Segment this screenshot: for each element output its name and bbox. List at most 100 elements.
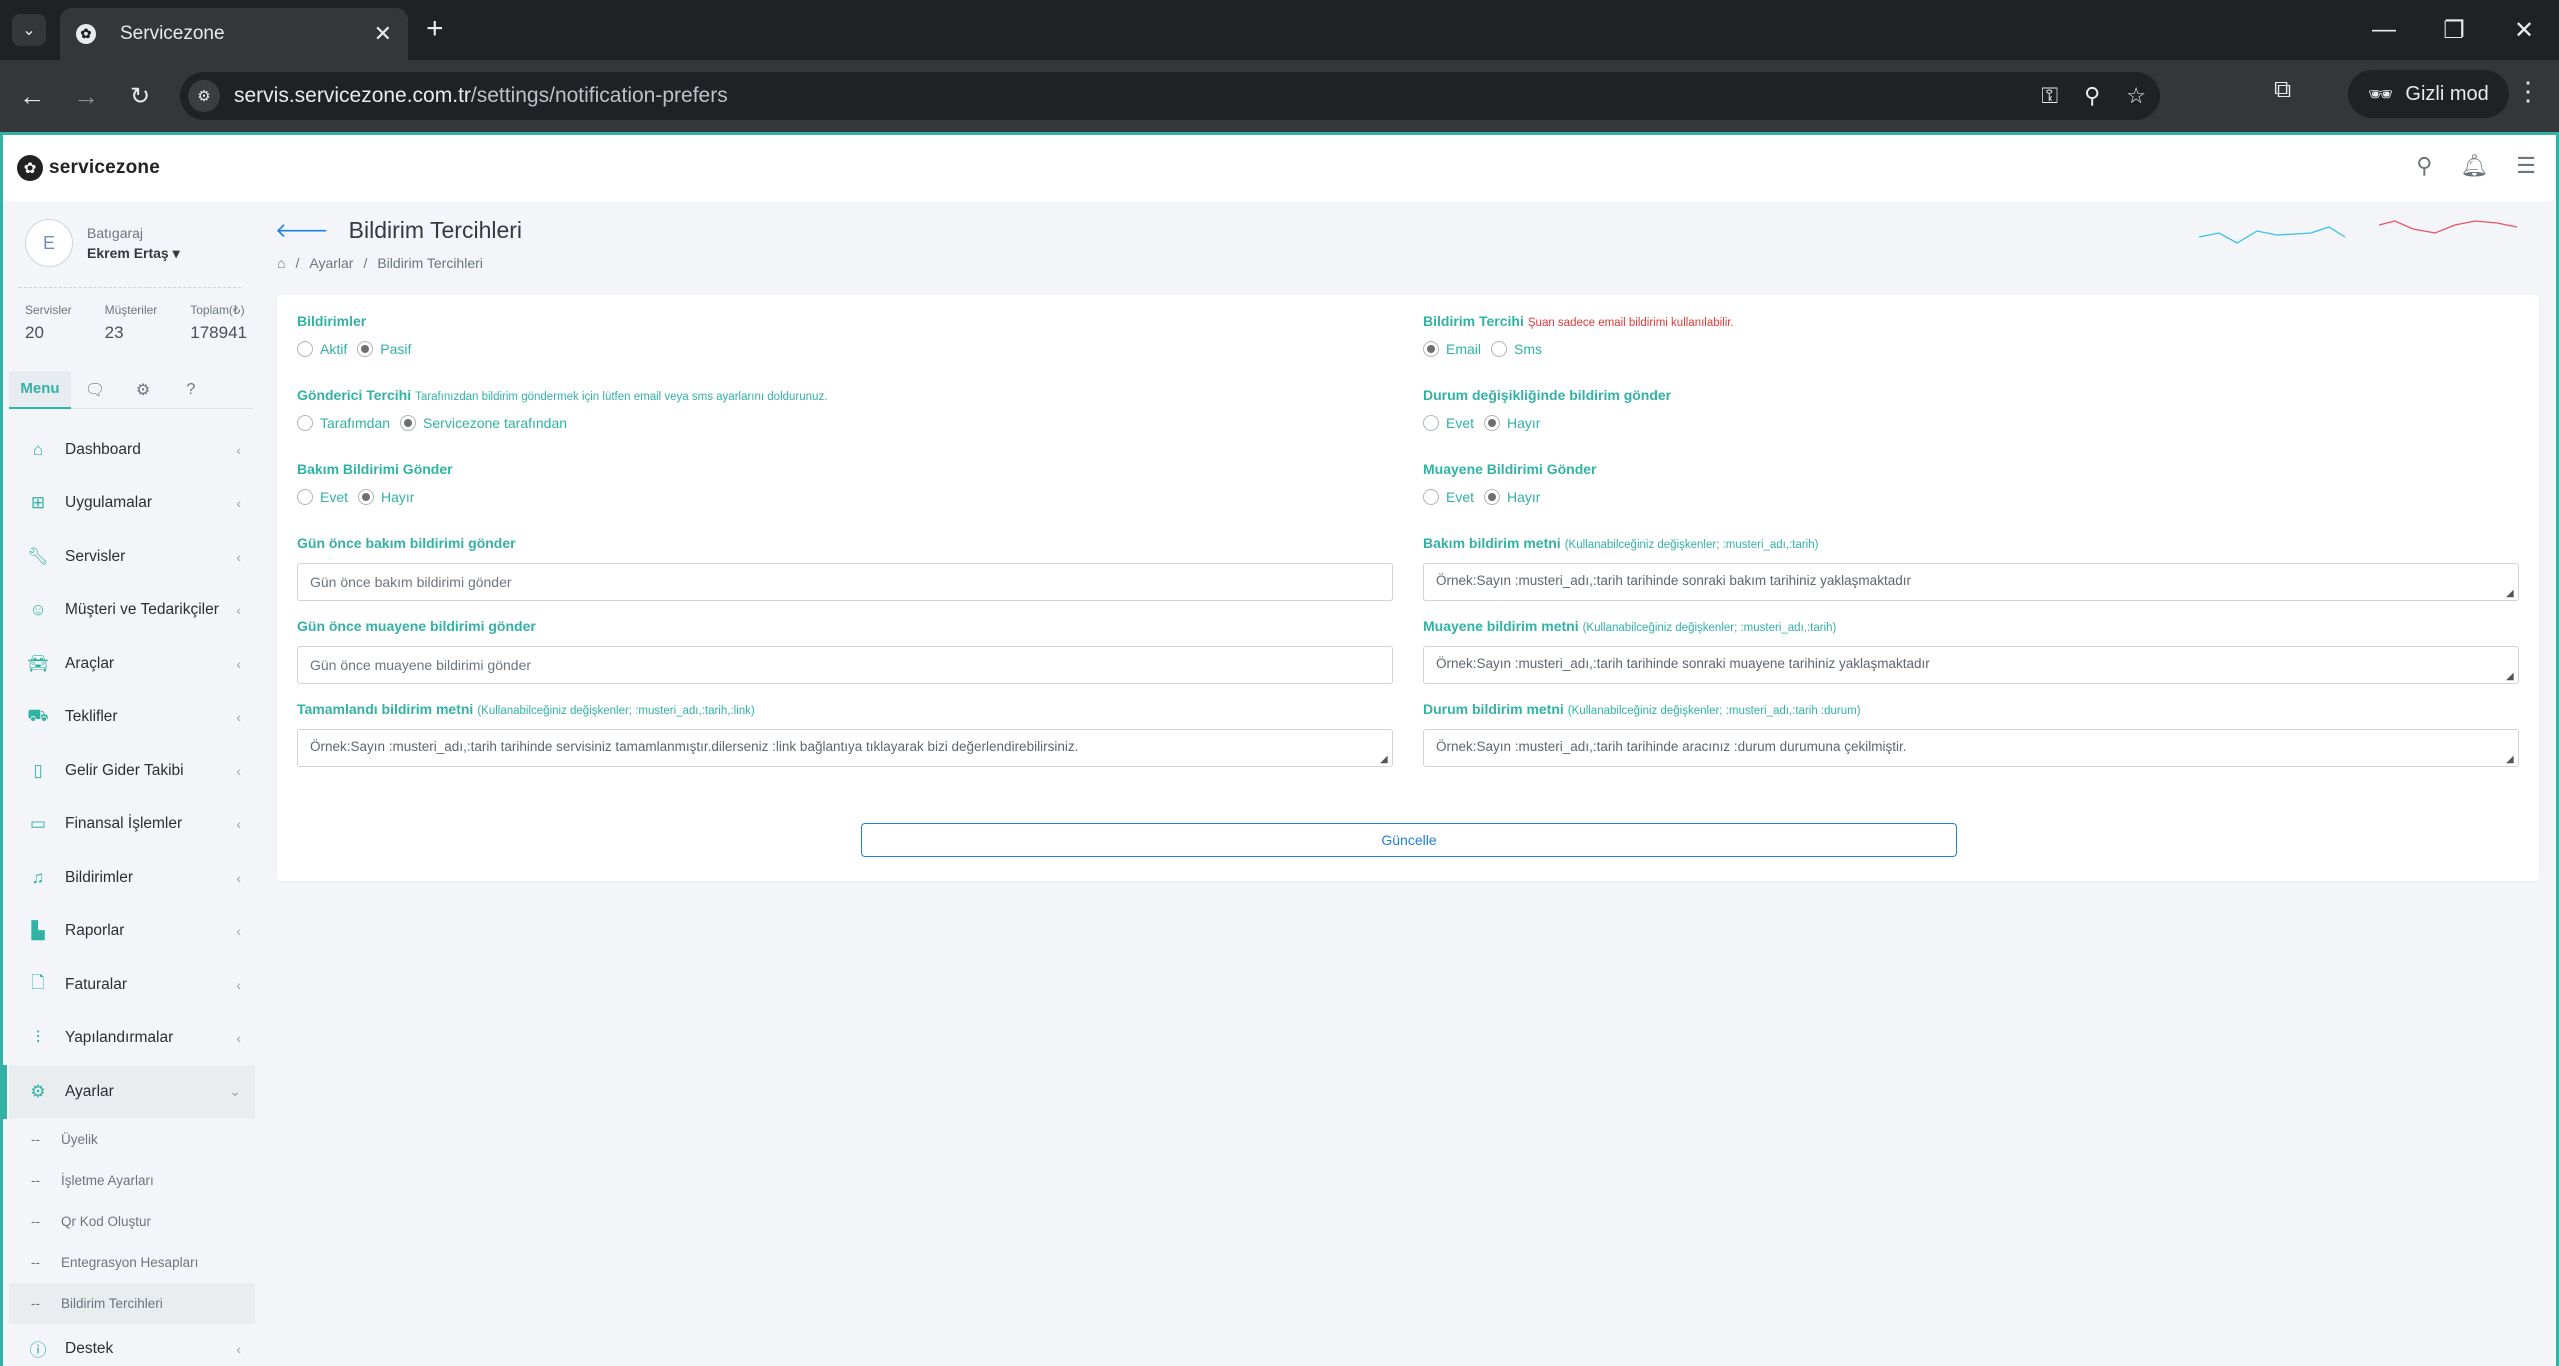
address-bar[interactable]: ⚙ servis.servicezone.com.tr/settings/not…	[180, 72, 2160, 120]
radio-circle-checked	[358, 489, 375, 505]
back-arrow-icon[interactable]: ←	[14, 78, 50, 114]
minimize-icon[interactable]: —	[2349, 0, 2419, 60]
radio-aktif[interactable]: Aktif	[297, 341, 347, 357]
tamamlandi-metni-note: (Kullanabilceğiniz değişkenler; :musteri…	[477, 705, 755, 717]
folder-icon: ▭	[29, 814, 47, 834]
back-arrow-icon[interactable]: 🡐	[275, 218, 329, 243]
submenu-item-bildirim-tercihleri[interactable]: -- Bildirim Tercihleri	[9, 1282, 255, 1324]
resize-grip-icon[interactable]: ◢	[2506, 672, 2516, 682]
url-text: servis.servicezone.com.tr/settings/notif…	[234, 84, 728, 107]
browser-tab[interactable]: ✿ Servicezone ✕	[60, 8, 408, 60]
forward-arrow-icon[interactable]: →	[68, 78, 104, 114]
radio-muayene-hayir[interactable]: Hayır	[1484, 489, 1540, 505]
gear-icon[interactable]: ⚙	[119, 371, 167, 409]
resize-grip-icon[interactable]: ◢	[2506, 755, 2516, 765]
breadcrumb-ayarlar[interactable]: Ayarlar	[309, 255, 353, 271]
update-button[interactable]: Güncelle	[861, 823, 1957, 857]
radio-circle	[1423, 415, 1439, 431]
gonderici-tercihi-label: Gönderici Tercihi	[297, 387, 412, 403]
chat-icon[interactable]: 🗨	[71, 371, 119, 409]
password-key-icon[interactable]: ⚿	[2041, 83, 2058, 109]
sidebar-item-bildirimler[interactable]: ♫ Bildirimler ‹	[9, 851, 255, 905]
sidebar-menu: ⌂ Dashboard ‹ ⊞ Uygulamalar ‹ 🔧︎ Servisler ‹ ☺…	[3, 423, 255, 1366]
submenu-item-qr[interactable]: -- Qr Kod Oluştur	[9, 1201, 255, 1242]
gun-once-bakim-input[interactable]: Gün önce bakım bildirimi gönder	[297, 563, 1393, 601]
incognito-badge[interactable]: 🕶 Gizli mod	[2348, 70, 2509, 118]
sidebar: E Batıgaraj Ekrem Ertaş ▾ Servisler 20 Mü…	[3, 201, 255, 1366]
radio-bakim-evet[interactable]: Evet	[297, 489, 348, 505]
close-tab-icon[interactable]: ✕	[374, 21, 392, 47]
page-header: 🡐 Bildirim Tercihleri	[275, 217, 522, 244]
durum-degisikligi-label: Durum değişikliğinde bildirim gönder	[1423, 387, 1672, 403]
sidebar-item-yapilandirmalar[interactable]: ⫶ Yapılandırmalar ‹	[9, 1012, 255, 1066]
chevron-left-icon: ‹	[236, 816, 241, 833]
favicon-icon: ✿	[76, 24, 96, 44]
radio-tarafimdan[interactable]: Tarafımdan	[297, 415, 390, 431]
zoom-icon[interactable]: ⚲	[2084, 83, 2100, 109]
tab-search-button[interactable]: ⌄	[12, 14, 46, 46]
durum-metni-textarea[interactable]: Örnek:Sayın :musteri_adı,:tarih tarihind…	[1423, 729, 2519, 767]
bookmark-star-icon[interactable]: ☆	[2126, 83, 2146, 109]
sidebar-item-uygulamalar[interactable]: ⊞ Uygulamalar ‹	[9, 477, 255, 531]
gun-once-muayene-label: Gün önce muayene bildirimi gönder	[297, 618, 536, 634]
app-logo[interactable]: ✿ servicezone	[17, 155, 160, 181]
sidebar-item-destek[interactable]: ⓘ Destek ‹	[9, 1324, 255, 1366]
list-menu-icon[interactable]: ☰	[2516, 153, 2536, 179]
sidebar-item-araclar[interactable]: 🚘︎ Araçlar ‹	[9, 637, 255, 691]
bakim-metni-textarea[interactable]: Örnek:Sayın :musteri_adı,:tarih tarihind…	[1423, 563, 2519, 601]
new-tab-button[interactable]: +	[426, 14, 444, 44]
tamamlandi-label-wrap: Tamamlandı bildirim metni (Kullanabilceği…	[297, 701, 755, 717]
tamamlandi-metni-textarea[interactable]: Örnek:Sayın :musteri_adı,:tarih tarihind…	[297, 729, 1393, 767]
sidebar-item-raporlar[interactable]: ▙ Raporlar ‹	[9, 905, 255, 959]
sidebar-item-ayarlar[interactable]: ⚙ Ayarlar ⌄	[3, 1065, 255, 1119]
resize-grip-icon[interactable]: ◢	[2506, 589, 2516, 599]
radio-bakim-hayir[interactable]: Hayır	[358, 489, 414, 505]
gear-icon: ⚙	[30, 1081, 46, 1101]
sidebar-item-finansal[interactable]: ▭ Finansal İşlemler ‹	[9, 798, 255, 852]
radio-servicezone[interactable]: Servicezone tarafından	[400, 415, 567, 431]
submenu-item-uyelik[interactable]: -- Üyelik	[9, 1119, 255, 1160]
radio-pasif[interactable]: Pasif	[357, 341, 411, 357]
radio-circle	[1423, 489, 1439, 505]
user-name-dropdown[interactable]: Ekrem Ertaş ▾	[87, 245, 180, 262]
extensions-icon[interactable]: ⧉	[2274, 76, 2291, 104]
user-card[interactable]: E Batıgaraj Ekrem Ertaş ▾	[25, 219, 180, 267]
radio-muayene-evet[interactable]: Evet	[1423, 489, 1474, 505]
app-header: ✿ servicezone ⚲ 🔔︎ ☰	[3, 135, 2556, 201]
stat-services: Servisler 20	[25, 303, 72, 342]
close-window-icon[interactable]: ✕	[2489, 0, 2559, 60]
tab-menu[interactable]: Menu	[9, 370, 71, 409]
submenu-item-entegrasyon[interactable]: -- Entegrasyon Hesapları	[9, 1242, 255, 1283]
radio-email[interactable]: Email	[1423, 341, 1481, 357]
home-icon: ⌂	[32, 439, 44, 459]
sidebar-item-musteri[interactable]: ☺ Müşteri ve Tedarikçiler ‹	[9, 584, 255, 638]
car-icon: 🚘︎	[27, 653, 49, 673]
submenu-item-isletme[interactable]: -- İşletme Ayarları	[9, 1160, 255, 1201]
durum-metni-note: (Kullanabilceğiniz değişkenler; :musteri…	[1567, 705, 1861, 717]
radio-durum-evet[interactable]: Evet	[1423, 415, 1474, 431]
resize-grip-icon[interactable]: ◢	[1380, 755, 1390, 765]
radio-durum-hayir[interactable]: Hayır	[1484, 415, 1540, 431]
site-info-icon[interactable]: ⚙	[188, 80, 220, 112]
home-icon[interactable]: ⌂	[277, 255, 285, 271]
radio-sms[interactable]: Sms	[1491, 341, 1542, 357]
gun-once-muayene-input[interactable]: Gün önce muayene bildirimi gönder	[297, 646, 1393, 684]
chevron-left-icon: ‹	[236, 709, 241, 726]
reload-icon[interactable]: ↻	[122, 78, 158, 114]
restore-icon[interactable]: ❐	[2419, 0, 2489, 60]
info-icon: ⓘ	[29, 1341, 47, 1360]
bildirim-tercihi-group: Bildirim Tercihi Şuan sadece email bildir…	[1423, 313, 1734, 357]
help-icon[interactable]: ?	[167, 371, 215, 409]
kebab-menu-icon[interactable]: ⋮	[2515, 76, 2541, 107]
sidebar-item-faturalar[interactable]: 🗋 Faturalar ‹	[9, 958, 255, 1012]
sidebar-item-servisler[interactable]: 🔧︎ Servisler ‹	[9, 530, 255, 584]
sidebar-item-dashboard[interactable]: ⌂ Dashboard ‹	[9, 423, 255, 477]
search-icon[interactable]: ⚲	[2416, 153, 2432, 179]
muayene-metni-textarea[interactable]: Örnek:Sayın :musteri_adı,:tarih tarihind…	[1423, 646, 2519, 684]
sidebar-item-teklifler[interactable]: ⛟ Teklifler ‹	[9, 691, 255, 745]
bildirim-tercihi-label: Bildirim Tercihi	[1423, 313, 1524, 329]
bell-icon: ♫	[31, 867, 45, 887]
bakim-bildirimi-group: Bakım Bildirimi Gönder Evet Hayır	[297, 461, 453, 505]
sidebar-item-gelir-gider[interactable]: ▯ Gelir Gider Takibi ‹	[9, 744, 255, 798]
bell-icon[interactable]: 🔔︎	[2460, 153, 2488, 179]
